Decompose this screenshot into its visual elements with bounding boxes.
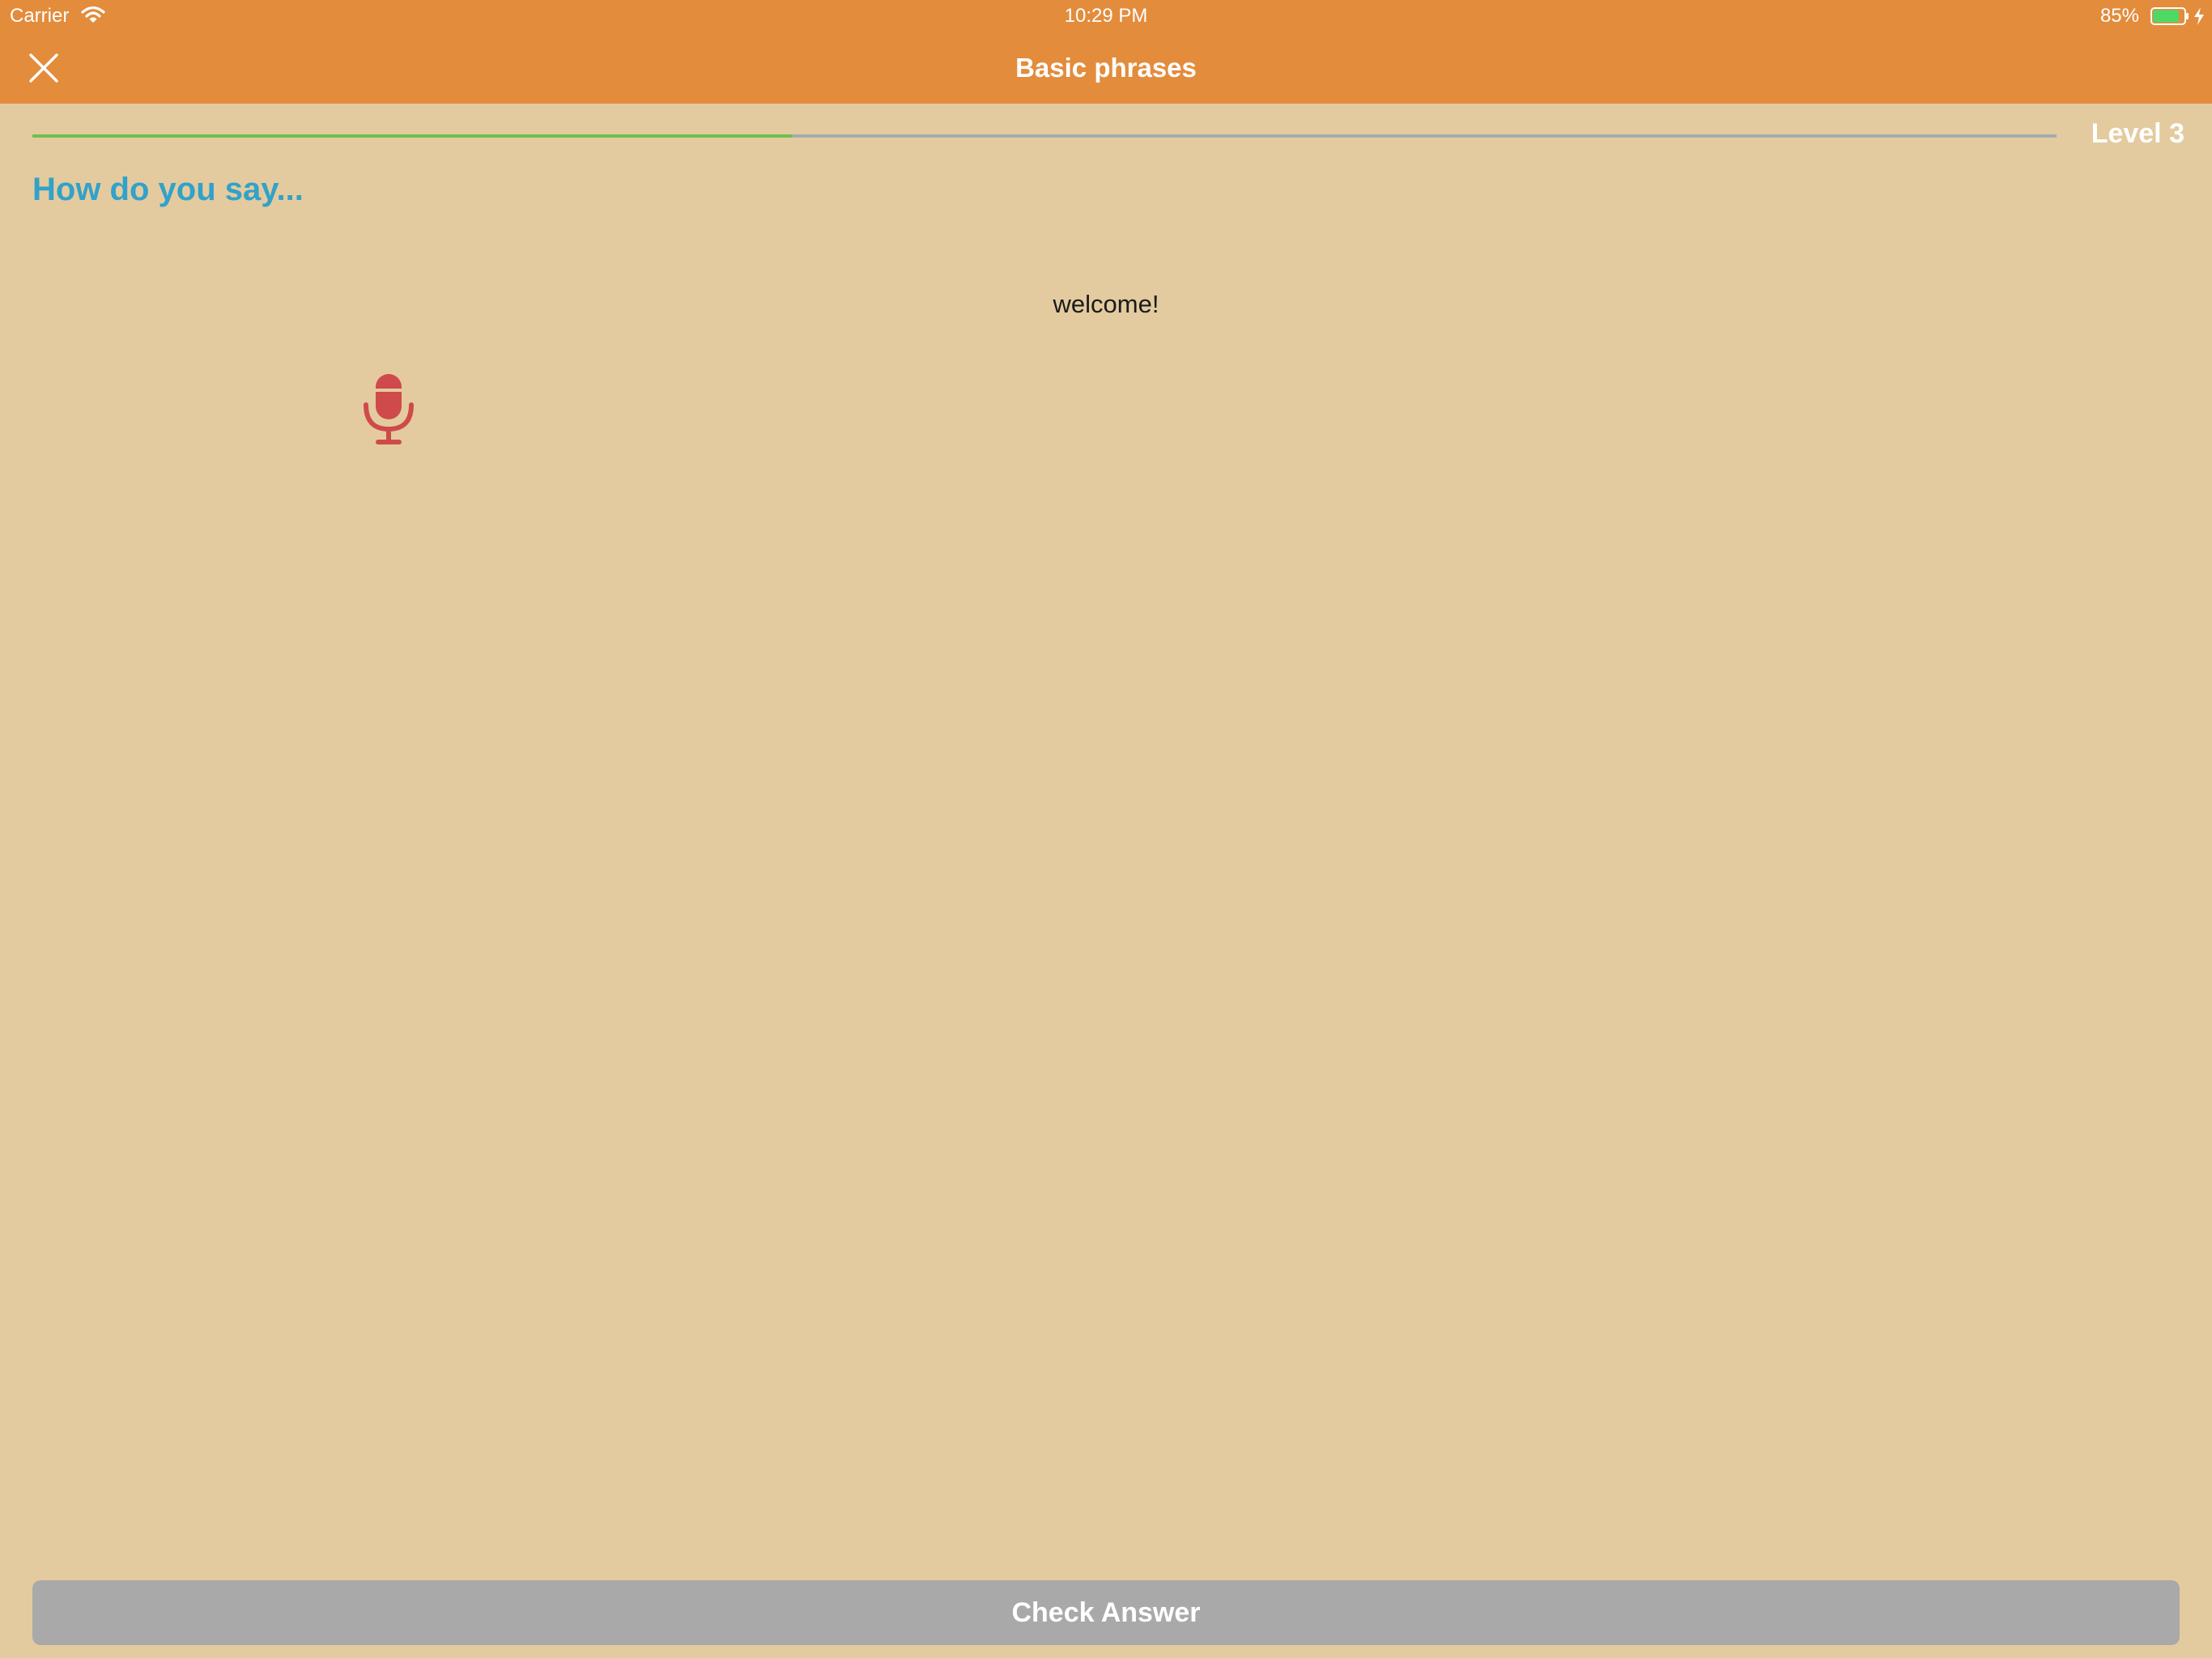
progress-bar bbox=[32, 134, 2057, 138]
battery-icon bbox=[2150, 7, 2189, 25]
microphone-button[interactable] bbox=[359, 372, 418, 447]
microphone-icon bbox=[364, 374, 414, 444]
status-time: 10:29 PM bbox=[1064, 5, 1148, 27]
prompt-heading: How do you say... bbox=[32, 172, 304, 207]
close-icon bbox=[29, 53, 58, 83]
page-title: Basic phrases bbox=[1015, 53, 1197, 83]
nav-bar: Basic phrases bbox=[0, 32, 2212, 104]
progress-fill bbox=[32, 134, 792, 138]
close-button[interactable] bbox=[23, 50, 66, 86]
battery-percent: 85% bbox=[2099, 5, 2139, 27]
battery-fill bbox=[2153, 10, 2179, 23]
check-answer-button[interactable]: Check Answer bbox=[32, 1580, 2180, 1645]
charging-bolt-icon bbox=[2193, 6, 2206, 26]
status-bar: Carrier 10:29 PM 85% bbox=[0, 0, 2212, 32]
level-label: Level 3 bbox=[2091, 118, 2184, 149]
phrase-text: welcome! bbox=[1053, 290, 1159, 318]
